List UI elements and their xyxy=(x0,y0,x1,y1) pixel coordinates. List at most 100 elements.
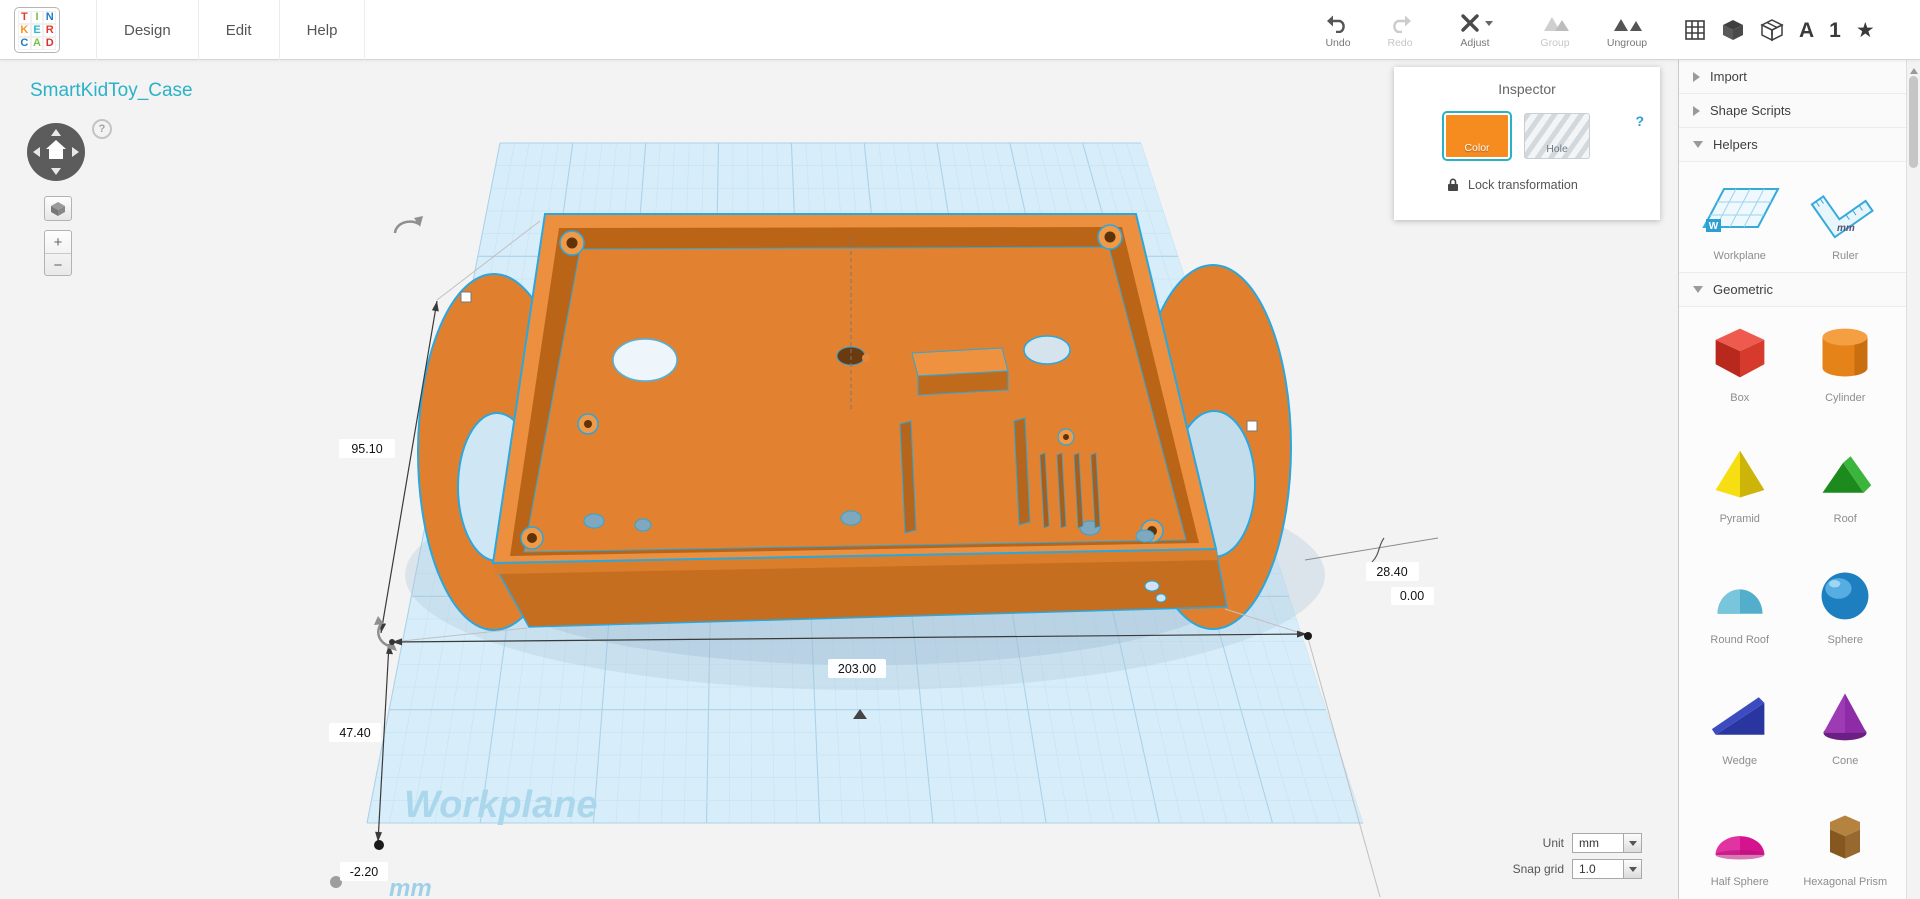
number-shapes-icon[interactable]: 1 xyxy=(1829,20,1841,41)
cone-shape-icon xyxy=(1823,693,1867,741)
dim-height-label[interactable]: 95.10 xyxy=(339,439,395,458)
workplane-helper-icon: W xyxy=(1702,188,1780,232)
svg-text:mm: mm xyxy=(1837,223,1855,234)
section-shape-scripts[interactable]: Shape Scripts xyxy=(1679,94,1906,128)
redo-button[interactable]: Redo xyxy=(1369,0,1431,60)
case-floor xyxy=(523,246,1187,553)
half-sphere-shape-icon xyxy=(1715,836,1765,860)
cylinder-shape-icon xyxy=(1822,328,1868,377)
chevron-down-icon xyxy=(1693,286,1703,293)
svg-text:47.40: 47.40 xyxy=(339,726,370,740)
sidebar-scrollbar[interactable] xyxy=(1906,60,1920,899)
chevron-right-icon xyxy=(1693,105,1700,116)
section-import[interactable]: Import xyxy=(1679,60,1906,94)
basic-shapes-icon[interactable] xyxy=(1721,18,1745,42)
rotate-handle-top[interactable] xyxy=(393,216,423,234)
dropdown-arrow-icon xyxy=(1623,834,1641,852)
svg-text:0.00: 0.00 xyxy=(1400,589,1424,603)
lock-transformation-toggle[interactable]: Lock transformation xyxy=(1446,177,1660,192)
view-navigation[interactable] xyxy=(25,121,87,188)
adjust-button[interactable]: Adjust xyxy=(1431,0,1519,60)
speaker-hole xyxy=(612,338,678,382)
scroll-up-arrow-icon[interactable] xyxy=(1910,64,1918,74)
group-button[interactable]: Group xyxy=(1519,0,1591,60)
svg-text:W: W xyxy=(1709,221,1719,232)
dim-wall-bottom-label[interactable]: 0.00 xyxy=(1391,587,1434,605)
adjust-icon xyxy=(1458,12,1493,34)
snap-grid-label: Snap grid xyxy=(1512,862,1564,876)
menu-edit[interactable]: Edit xyxy=(199,0,280,60)
dim-depth-label[interactable]: 47.40 xyxy=(329,723,381,742)
shape-half-sphere[interactable]: Half Sphere xyxy=(1687,791,1793,899)
svg-text:28.40: 28.40 xyxy=(1376,565,1407,579)
svg-text:-2.20: -2.20 xyxy=(350,865,379,879)
menu-help[interactable]: Help xyxy=(280,0,366,60)
shape-hexagonal-prism[interactable]: Hexagonal Prism xyxy=(1793,791,1899,899)
shape-pyramid[interactable]: Roof Pyramid xyxy=(1687,428,1793,549)
section-geometric[interactable]: Geometric xyxy=(1679,273,1906,307)
hole-swatch[interactable]: Hole xyxy=(1524,113,1590,159)
rotate-handle-left[interactable] xyxy=(374,616,397,651)
inspector-title: Inspector xyxy=(1498,81,1556,97)
ruler-helper-icon: mm xyxy=(1810,194,1875,239)
shapes-sidebar: Import Shape Scripts Helpers W Workplane xyxy=(1678,60,1906,899)
chevron-right-icon xyxy=(1693,71,1700,82)
adjust-caret-icon xyxy=(1484,20,1493,30)
shape-round-roof[interactable]: Round Roof xyxy=(1687,549,1793,670)
shape-wedge[interactable]: Wedge xyxy=(1687,670,1793,791)
tinkercad-logo[interactable]: TIN KER CAD xyxy=(14,7,60,53)
inspector-panel: Inspector Color Hole ? Lock transformati… xyxy=(1394,67,1660,220)
pyramid-shape-icon xyxy=(1715,450,1765,498)
dim-width-label[interactable]: 203.00 xyxy=(828,659,886,678)
cube-icon xyxy=(51,201,65,216)
undo-button[interactable]: Undo xyxy=(1307,0,1369,60)
svg-text:203.00: 203.00 xyxy=(838,662,876,676)
ungroup-button[interactable]: Ungroup xyxy=(1591,0,1663,60)
design-title[interactable]: SmartKidToy_Case xyxy=(30,80,193,102)
round-roof-shape-icon xyxy=(1717,589,1763,614)
inspector-help-button[interactable]: ? xyxy=(1635,113,1644,129)
dropdown-arrow-icon xyxy=(1623,860,1641,878)
section-helpers[interactable]: Helpers xyxy=(1679,128,1906,162)
favorites-star-icon[interactable]: ★ xyxy=(1856,20,1875,41)
hexagonal-prism-shape-icon xyxy=(1830,815,1861,859)
toolbar: Undo Redo Adjust Group Ungroup xyxy=(1307,0,1663,60)
color-swatch[interactable]: Color xyxy=(1444,113,1510,159)
roof-shape-icon xyxy=(1822,456,1872,493)
text-shapes-icon[interactable]: A xyxy=(1799,20,1814,41)
unit-watermark: mm xyxy=(389,875,432,899)
scrollbar-thumb[interactable] xyxy=(1909,76,1918,168)
menu-design[interactable]: Design xyxy=(96,0,199,60)
wedge-shape-icon xyxy=(1711,697,1765,735)
shape-cone[interactable]: Cone xyxy=(1793,670,1899,791)
shape-cylinder[interactable]: Cylinder xyxy=(1793,307,1899,428)
zoom-out-button[interactable]: − xyxy=(45,254,71,275)
svg-text:95.10: 95.10 xyxy=(351,442,382,456)
right-hole xyxy=(1023,335,1071,365)
grid-view-icon[interactable] xyxy=(1684,19,1706,41)
undo-icon xyxy=(1326,12,1350,34)
snap-grid-dropdown[interactable]: 1.0 xyxy=(1572,859,1642,879)
topbar: TIN KER CAD Design Edit Help Undo Redo A… xyxy=(0,0,1920,60)
geometric-shape-grid: Box Cylinder Roof Pyramid Roof Round R xyxy=(1679,307,1906,899)
shape-sphere[interactable]: Sphere xyxy=(1793,549,1899,670)
unit-label: Unit xyxy=(1542,836,1564,850)
box-shape-icon xyxy=(1715,328,1765,378)
group-icon xyxy=(1542,12,1569,34)
helper-workplane[interactable]: W Workplane xyxy=(1687,174,1793,262)
home-view-button[interactable] xyxy=(44,196,72,221)
zoom-in-button[interactable]: + xyxy=(45,231,71,254)
ungroup-icon xyxy=(1613,12,1642,34)
lock-icon xyxy=(1448,178,1458,191)
unit-dropdown[interactable]: mm xyxy=(1572,833,1642,853)
chevron-down-icon xyxy=(1693,141,1703,148)
dim-z-offset-label[interactable]: -2.20 xyxy=(340,862,388,881)
shape-box[interactable]: Box xyxy=(1687,307,1793,428)
sphere-shape-icon xyxy=(1821,572,1869,620)
help-button[interactable]: ? xyxy=(92,119,112,139)
units-panel: Unit mm Snap grid 1.0 xyxy=(1430,833,1642,885)
shape-roof[interactable]: Roof xyxy=(1793,428,1899,549)
dim-wall-top-label[interactable]: 28.40 xyxy=(1366,562,1419,581)
helper-ruler[interactable]: mm Ruler xyxy=(1793,174,1899,262)
shape-generators-icon[interactable] xyxy=(1760,18,1784,42)
